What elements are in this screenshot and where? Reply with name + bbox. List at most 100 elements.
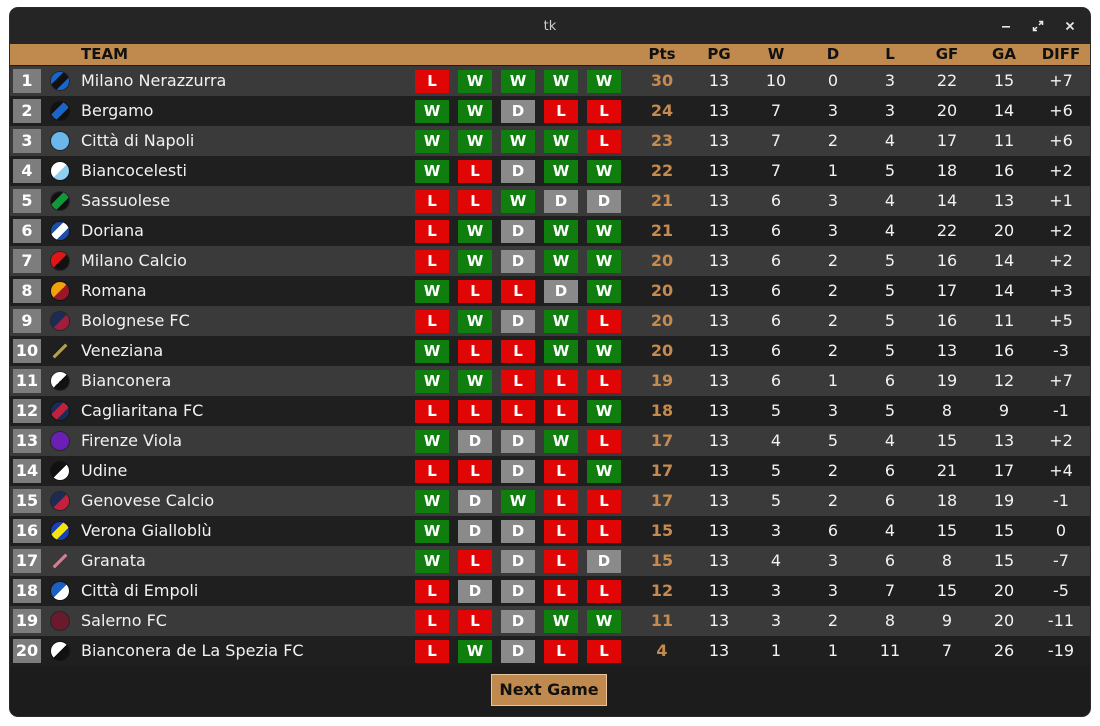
- form-result-badge: D: [501, 100, 535, 123]
- stat-l: 3: [884, 101, 896, 120]
- stat-d: 0: [827, 71, 839, 90]
- form-result-badge: L: [544, 580, 578, 603]
- header-team: TEAM: [81, 45, 129, 63]
- stat-ga: 14: [993, 281, 1015, 300]
- team-logo-icon: [51, 612, 69, 630]
- stat-ga: 14: [993, 101, 1015, 120]
- stat-pg: 13: [708, 131, 730, 150]
- form-result-badge: W: [587, 460, 621, 483]
- stat-d: 2: [827, 461, 839, 480]
- table-row: 1 Milano Nerazzurra L W W W W 30 13 10 0 3 22 15 +7: [10, 66, 1090, 96]
- team-name: Genovese Calcio: [81, 491, 215, 510]
- recent-form: LWDWW: [415, 250, 630, 273]
- position-badge: 7: [13, 249, 41, 273]
- form-result-badge: L: [458, 190, 492, 213]
- form-result-badge: W: [501, 130, 535, 153]
- stat-d: 2: [827, 491, 839, 510]
- stat-diff: +1: [1049, 191, 1073, 210]
- recent-form: WWDLL: [415, 100, 630, 123]
- stat-pts: 4: [656, 641, 668, 660]
- form-result-badge: W: [587, 280, 621, 303]
- stat-l: 4: [884, 131, 896, 150]
- stat-l: 4: [884, 521, 896, 540]
- stat-d: 1: [827, 161, 839, 180]
- recent-form: LLLLW: [415, 400, 630, 423]
- team-logo-icon: [51, 162, 69, 180]
- close-button[interactable]: [1054, 8, 1086, 44]
- position-badge: 20: [13, 639, 41, 663]
- maximize-button[interactable]: [1022, 8, 1054, 44]
- team-logo-icon: [51, 522, 69, 540]
- form-result-badge: W: [587, 250, 621, 273]
- table-row: 19 Salerno FC L L D W W 11 13 3 2 8 9 20 -11: [10, 606, 1090, 636]
- team-name: Bianconera: [81, 371, 172, 390]
- table-row: 14 Udine L L D L W 17 13 5 2 6 21 17 +4: [10, 456, 1090, 486]
- form-result-badge: W: [458, 640, 492, 663]
- recent-form: LLDLW: [415, 460, 630, 483]
- team-name: Romana: [81, 281, 147, 300]
- stat-d: 2: [827, 611, 839, 630]
- stat-w: 10: [765, 71, 787, 90]
- stat-ga: 16: [993, 161, 1015, 180]
- form-result-badge: D: [501, 550, 535, 573]
- position-badge: 14: [13, 459, 41, 483]
- form-result-badge: L: [415, 190, 449, 213]
- form-result-badge: W: [544, 130, 578, 153]
- stat-w: 4: [770, 431, 782, 450]
- stat-ga: 20: [993, 581, 1015, 600]
- stat-l: 5: [884, 401, 896, 420]
- stat-l: 5: [884, 281, 896, 300]
- stat-w: 7: [770, 131, 782, 150]
- window-title: tk: [543, 18, 557, 34]
- form-result-badge: W: [544, 610, 578, 633]
- form-result-badge: L: [458, 400, 492, 423]
- team-logo-icon: [51, 72, 69, 90]
- form-result-badge: W: [458, 130, 492, 153]
- stat-ga: 11: [993, 131, 1015, 150]
- stat-l: 6: [884, 461, 896, 480]
- header-diff: DIFF: [1041, 45, 1081, 63]
- standings-table: 1 Milano Nerazzurra L W W W W 30 13 10 0 3 22 15 +7 2 Be…: [10, 66, 1090, 666]
- minimize-button[interactable]: [990, 8, 1022, 44]
- table-row: 9 Bolognese FC L W D W L 20 13 6 2 5 16 11 +5: [10, 306, 1090, 336]
- stat-l: 4: [884, 221, 896, 240]
- table-row: 18 Città di Empoli L D D L L 12 13 3 3 7 15 20 -5: [10, 576, 1090, 606]
- form-result-badge: W: [544, 310, 578, 333]
- team-logo-icon: [51, 102, 69, 120]
- stat-diff: +5: [1049, 311, 1073, 330]
- stat-pg: 13: [708, 581, 730, 600]
- stat-w: 6: [770, 191, 782, 210]
- stat-d: 2: [827, 341, 839, 360]
- form-result-badge: W: [587, 160, 621, 183]
- stat-l: 6: [884, 491, 896, 510]
- stat-diff: +6: [1049, 101, 1073, 120]
- form-result-badge: W: [587, 610, 621, 633]
- stat-pg: 13: [708, 281, 730, 300]
- stat-l: 8: [884, 611, 896, 630]
- stat-pg: 13: [708, 161, 730, 180]
- team-logo-icon: [51, 582, 69, 600]
- header-ga: GA: [992, 45, 1016, 63]
- form-result-badge: W: [458, 370, 492, 393]
- header-w: W: [767, 45, 785, 63]
- form-result-badge: D: [587, 550, 621, 573]
- form-result-badge: W: [415, 490, 449, 513]
- stat-ga: 15: [993, 551, 1015, 570]
- position-badge: 12: [13, 399, 41, 423]
- team-name: Verona Gialloblù: [81, 521, 212, 540]
- position-badge: 6: [13, 219, 41, 243]
- form-result-badge: L: [458, 160, 492, 183]
- stat-diff: -3: [1053, 341, 1069, 360]
- recent-form: LWDLL: [415, 640, 630, 663]
- next-game-button[interactable]: Next Game: [491, 674, 607, 706]
- table-row: 12 Cagliaritana FC L L L L W 18 13 5 3 5 8 9 -1: [10, 396, 1090, 426]
- table-row: 17 Granata W L D L D 15 13 4 3 6 8 15 -7: [10, 546, 1090, 576]
- stat-gf: 16: [936, 311, 958, 330]
- stat-pg: 13: [708, 401, 730, 420]
- stat-pg: 13: [708, 431, 730, 450]
- position-badge: 18: [13, 579, 41, 603]
- form-result-badge: L: [415, 580, 449, 603]
- position-badge: 11: [13, 369, 41, 393]
- stat-ga: 19: [993, 491, 1015, 510]
- team-name: Biancocelesti: [81, 161, 187, 180]
